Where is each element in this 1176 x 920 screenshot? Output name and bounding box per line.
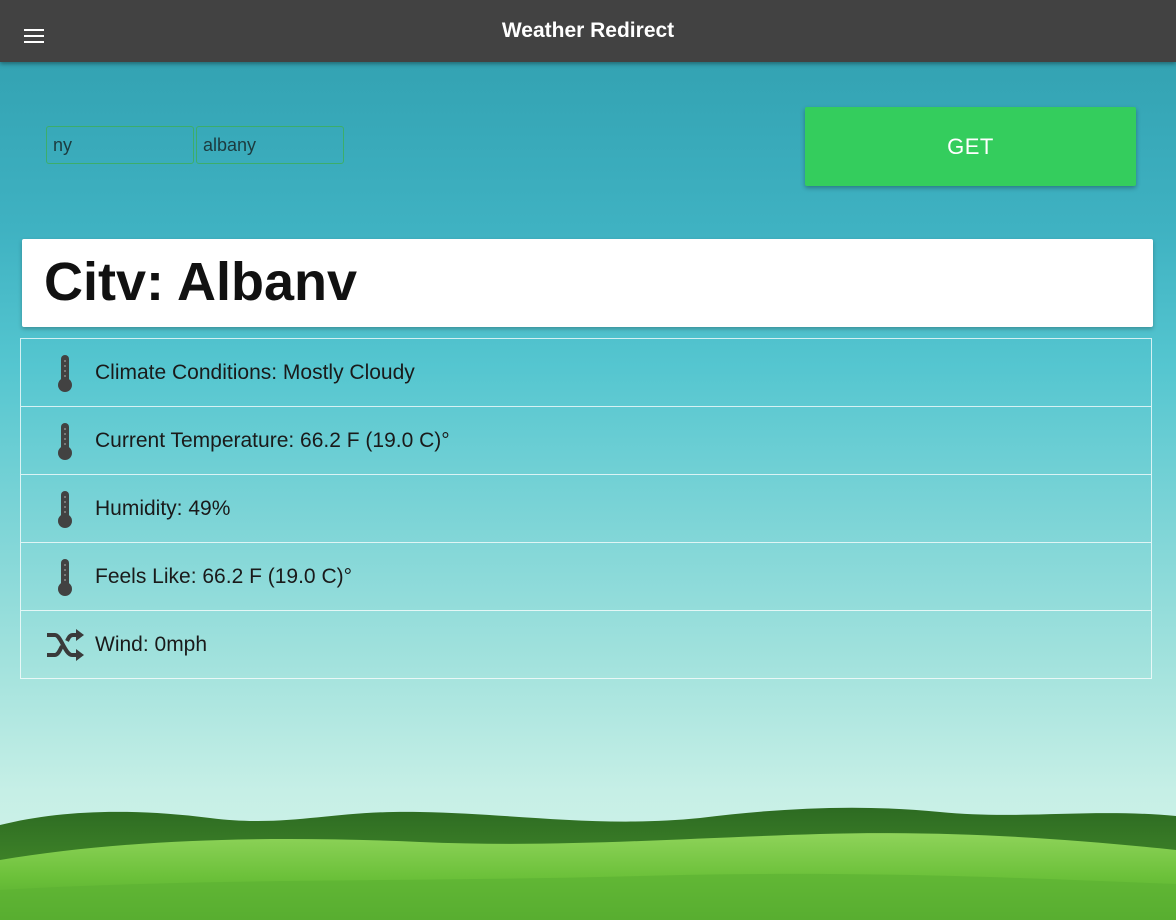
list-item-climate-conditions: Climate Conditions: Mostly Cloudy (20, 338, 1152, 407)
app-title: Weather Redirect (501, 19, 675, 42)
current-temperature-text: Current Temperature: 66.2 F (19.0 C)° (95, 429, 450, 452)
city-heading: Citv: Albanv (44, 252, 358, 312)
list-item-feels-like: Feels Like: 66.2 F (19.0 C)° (20, 543, 1152, 611)
background-landscape (0, 807, 1176, 920)
thermometer-icon (58, 355, 72, 392)
city-input[interactable] (196, 126, 344, 164)
thermometer-icon (58, 423, 72, 460)
list-item-current-temperature: Current Temperature: 66.2 F (19.0 C)° (20, 407, 1152, 475)
get-button[interactable]: GET (805, 107, 1136, 186)
wind-text: Wind: 0mph (95, 633, 208, 656)
app-bar: Weather Redirect (0, 0, 1176, 62)
list-item-humidity: Humidity: 49% (20, 475, 1152, 543)
shuffle-icon (47, 629, 84, 661)
humidity-text: Humidity: 49% (95, 497, 231, 520)
thermometer-icon (58, 491, 72, 528)
city-card: Citv: Albanv (22, 239, 1153, 327)
weather-details-list: Climate Conditions: Mostly Cloudy Curren… (20, 338, 1152, 679)
state-input[interactable] (46, 126, 194, 164)
feels-like-text: Feels Like: 66.2 F (19.0 C)° (95, 565, 353, 588)
climate-conditions-text: Climate Conditions: Mostly Cloudy (95, 361, 415, 384)
thermometer-icon (58, 559, 72, 596)
list-item-wind: Wind: 0mph (20, 611, 1152, 679)
